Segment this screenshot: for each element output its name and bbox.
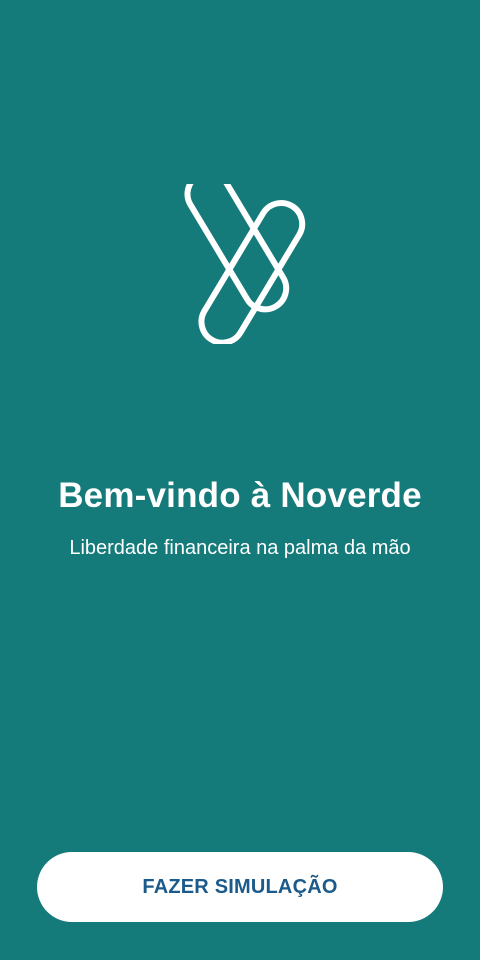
noverde-logo-svg [184,184,306,344]
welcome-title: Bem-vindo à Noverde [58,476,422,515]
start-simulation-button[interactable]: FAZER SIMULAÇÃO [37,852,443,922]
noverde-logo-icon [160,184,320,344]
welcome-screen: Bem-vindo à Noverde Liberdade financeira… [0,0,480,960]
welcome-subtitle: Liberdade financeira na palma da mão [69,537,411,559]
logo-right-stroke [198,200,306,344]
